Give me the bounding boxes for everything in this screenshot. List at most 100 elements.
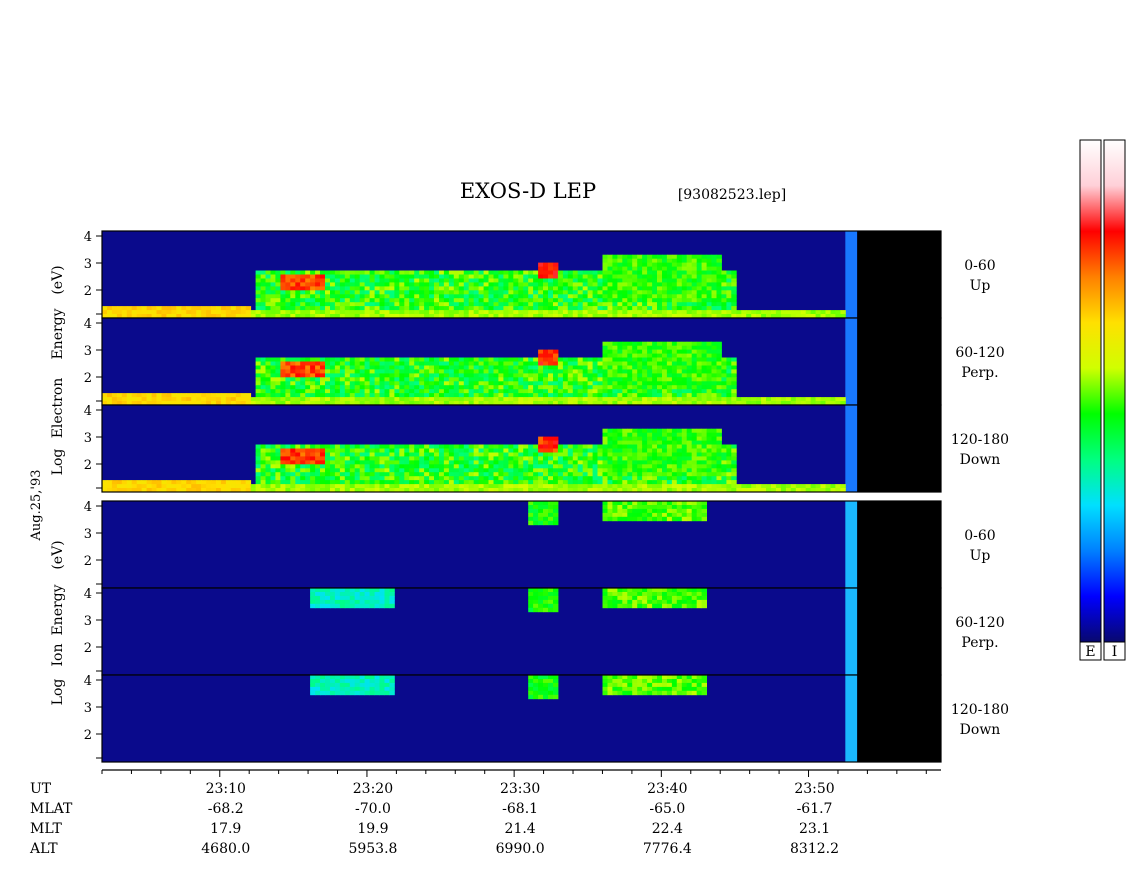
spectrogram-cell: [399, 464, 405, 469]
spectrogram-cell: [681, 357, 688, 362]
spectrogram-cell: [404, 448, 410, 453]
spectrogram-cell: [275, 452, 281, 457]
spectrogram-cell: [409, 480, 415, 485]
spectrogram-cell: [572, 385, 579, 390]
spectrogram-cell: [696, 464, 703, 469]
spectrogram-cell: [652, 444, 658, 449]
spectrogram-cell: [538, 682, 544, 688]
spectrogram-cell: [686, 397, 693, 402]
spectrogram-cell: [577, 397, 584, 402]
spectrogram-cell: [463, 393, 470, 398]
spectrogram-cell: [681, 377, 688, 382]
spectrogram-cell: [374, 377, 380, 382]
spectrogram-cell: [414, 448, 420, 453]
spectrogram-cell: [543, 357, 549, 362]
spectrogram-cell: [637, 393, 643, 398]
spectrogram-cell: [577, 389, 584, 394]
spectrogram-cell: [721, 444, 727, 449]
spectrogram-cell: [330, 278, 336, 283]
spectrogram-cell: [662, 341, 668, 347]
spectrogram-cell: [443, 274, 450, 279]
spectrogram-cell: [463, 448, 470, 453]
spectrogram-panels: [101, 230, 942, 763]
spectrogram-cell: [523, 361, 529, 366]
spectrogram-cell: [637, 298, 643, 303]
spectrogram-cell: [726, 278, 732, 283]
spectrogram-cell: [354, 679, 361, 684]
spectrogram-cell: [488, 274, 494, 279]
spectrogram-cell: [533, 298, 539, 303]
spectrogram-cell: [701, 603, 707, 609]
spectrogram-cell: [706, 448, 712, 453]
spectrogram-cell: [320, 690, 326, 696]
spectrogram-cell: [384, 306, 390, 311]
spectrogram-cell: [637, 603, 643, 609]
spectrogram-cell: [662, 484, 668, 489]
spectrogram-cell: [701, 290, 707, 295]
spectrogram-cell: [587, 448, 593, 453]
spectrogram-cell: [632, 381, 638, 386]
spectrogram-cell: [691, 686, 698, 692]
spectrogram-cell: [701, 357, 707, 362]
spectrogram-cell: [523, 274, 529, 279]
spectrogram-cell: [458, 444, 465, 449]
spectrogram-cell: [627, 505, 633, 510]
spectrogram-cell: [255, 274, 261, 279]
spectrogram-cell: [468, 464, 475, 469]
spectrogram-cell: [443, 286, 450, 291]
spectrogram-cell: [458, 460, 465, 465]
spectrogram-cell: [508, 472, 514, 477]
spectrogram-cell: [686, 508, 693, 514]
spectrogram-cell: [310, 456, 316, 461]
spectrogram-cell: [528, 505, 534, 510]
spectrogram-cell: [334, 456, 341, 461]
spectrogram-cell: [617, 501, 623, 506]
spectrogram-cell: [518, 274, 524, 279]
spectrogram-cell: [310, 282, 316, 287]
spectrogram-cell: [409, 357, 415, 362]
spectrogram-cell: [612, 385, 618, 390]
spectrogram-cell: [676, 460, 683, 465]
spectrogram-cell: [121, 393, 128, 398]
spectrogram-cell: [567, 270, 574, 275]
spectrogram-cell: [533, 381, 539, 386]
spectrogram-cell: [339, 310, 346, 315]
spectrogram-cell: [434, 385, 440, 390]
spectrogram-cell: [270, 464, 276, 469]
spectrogram-cell: [627, 369, 633, 374]
spectrogram-cell: [458, 472, 465, 477]
spectrogram-cell: [795, 484, 802, 489]
spectrogram-cell: [696, 349, 703, 354]
spectrogram-cell: [344, 472, 351, 477]
spectrogram-cell: [473, 361, 480, 366]
y-axis-label-word: Ion: [50, 644, 66, 667]
spectrogram-cell: [800, 397, 807, 402]
spectrogram-cell: [404, 306, 410, 311]
spectrogram-cell: [543, 274, 549, 279]
spectrogram-cell: [592, 464, 598, 469]
spectrogram-cell: [676, 480, 683, 485]
spectrogram-cell: [716, 345, 722, 351]
spectrogram-cell: [453, 468, 460, 473]
spectrogram-cell: [538, 607, 544, 613]
spectrogram-cell: [622, 472, 628, 477]
spectrogram-cell: [325, 294, 331, 299]
spectrogram-cell: [657, 385, 663, 390]
spectrogram-cell: [637, 472, 643, 477]
spectrogram-cell: [647, 302, 653, 307]
spectrogram-cell: [602, 262, 608, 267]
spectrogram-cell: [508, 444, 514, 449]
spectrogram-cell: [736, 397, 742, 402]
spectrogram-cell: [662, 501, 668, 506]
spectrogram-cell: [790, 484, 797, 489]
spectrogram-cell: [642, 508, 648, 514]
spectrogram-cell: [711, 365, 717, 370]
spectrogram-cell: [305, 298, 311, 303]
spectrogram-cell: [681, 393, 688, 398]
spectrogram-cell: [602, 516, 608, 522]
spectrogram-cell: [414, 468, 420, 473]
spectrogram-cell: [310, 675, 316, 680]
spectrogram-cell: [671, 389, 678, 394]
colorbar-label: I: [1112, 644, 1118, 660]
spectrogram-cell: [265, 361, 271, 366]
